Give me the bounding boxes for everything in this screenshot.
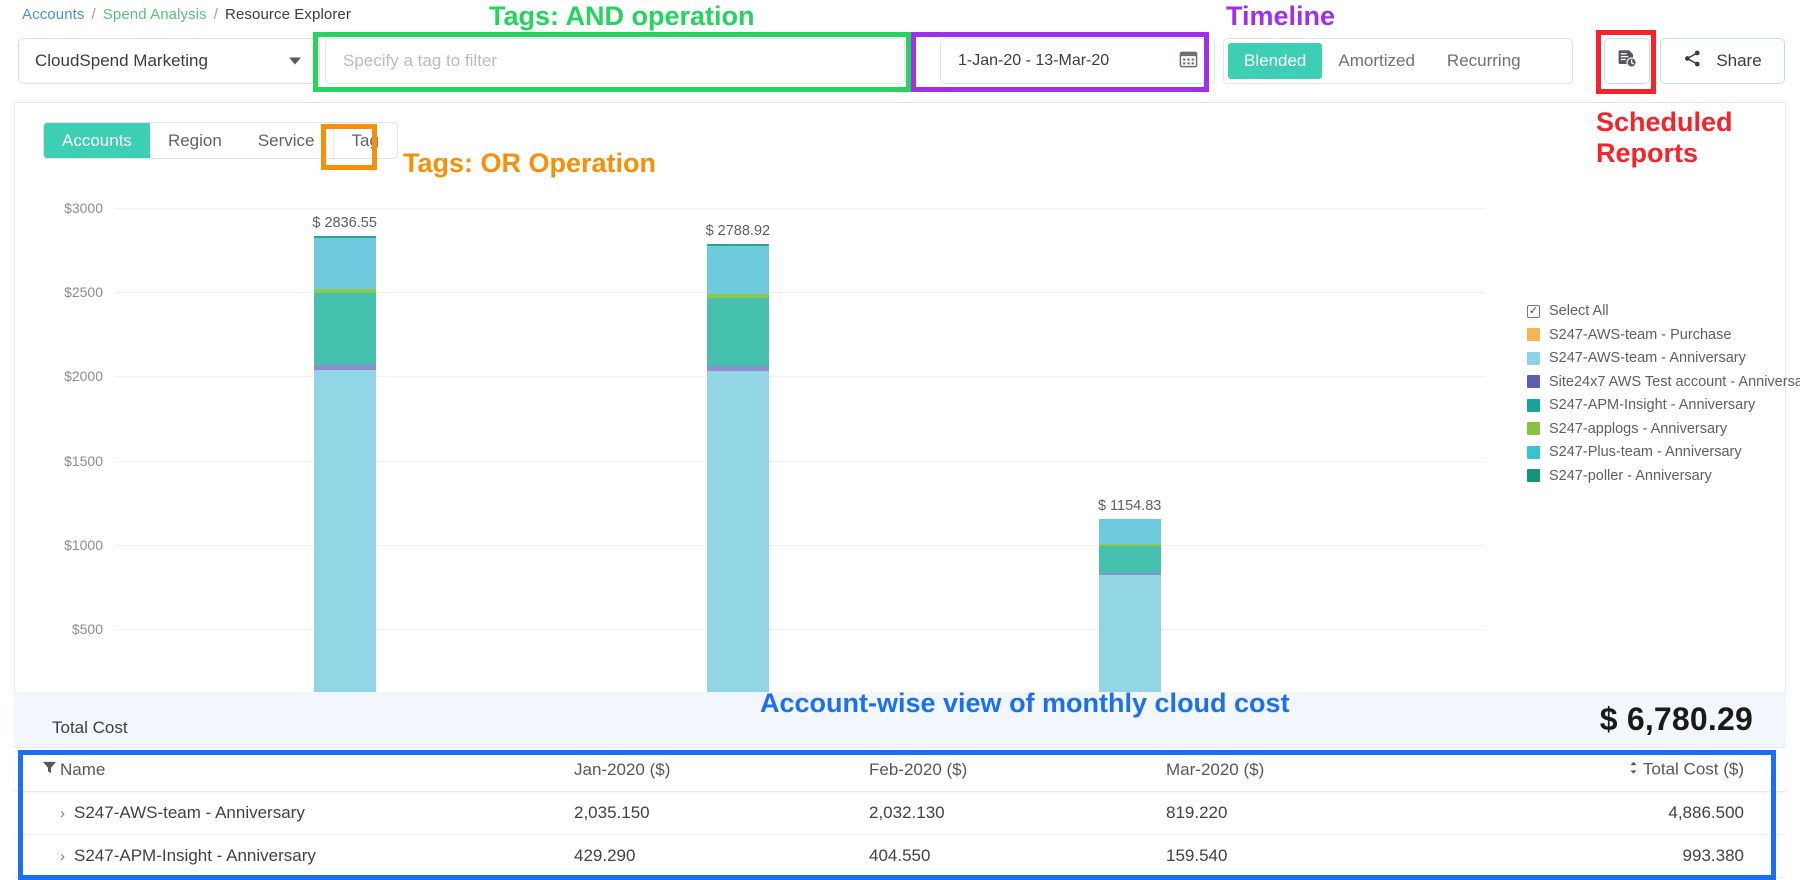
breadcrumb-separator: / (214, 6, 218, 23)
legend-swatch-icon (1527, 446, 1540, 459)
cost-type-amortized[interactable]: Amortized (1322, 43, 1431, 79)
legend-item[interactable]: S247-applogs - Anniversary (1527, 421, 1797, 437)
chart-bar-total-label: $ 2788.92 (706, 223, 771, 239)
legend-item[interactable]: Site24x7 AWS Test account - Anniversary (1527, 374, 1797, 390)
chart-bar-total-label: $ 1154.83 (1098, 498, 1161, 514)
legend-swatch-icon (1527, 375, 1540, 388)
breadcrumb-separator: / (92, 6, 96, 23)
legend-item-label: S247-Plus-team - Anniversary (1549, 444, 1742, 460)
annotation-tags-and: Tags: AND operation (489, 1, 755, 32)
legend-swatch-icon (1527, 352, 1540, 365)
legend-item[interactable]: S247-poller - Anniversary (1527, 468, 1797, 484)
share-label: Share (1716, 51, 1761, 71)
annotation-scheduled-reports-line2: Reports (1596, 138, 1733, 169)
cost-type-recurring[interactable]: Recurring (1431, 43, 1537, 79)
legend-swatch-icon (1527, 399, 1540, 412)
chart-gridline (115, 208, 1485, 209)
chart-y-tick-label: $3000 (33, 200, 103, 216)
chart-bar-segment[interactable] (707, 298, 769, 366)
annotation-box-tags-and (313, 32, 911, 92)
legend-swatch-icon (1527, 328, 1540, 341)
annotation-scheduled-reports: Scheduled Reports (1596, 107, 1733, 169)
chart-bar-segment[interactable] (314, 370, 376, 713)
annotation-box-tags-or (321, 124, 377, 170)
legend-swatch-icon (1527, 422, 1540, 435)
annotation-timeline: Timeline (1226, 1, 1335, 32)
account-select-value: CloudSpend Marketing (35, 51, 208, 71)
annotation-box-timeline (911, 32, 1209, 92)
legend-item[interactable]: S247-APM-Insight - Anniversary (1527, 397, 1797, 413)
breadcrumb-item-accounts[interactable]: Accounts (22, 6, 85, 23)
chart-bar-segment[interactable] (314, 293, 376, 365)
legend-item-label: S247-poller - Anniversary (1549, 468, 1712, 484)
total-cost-value: $ 6,780.29 (1600, 701, 1753, 738)
legend-item[interactable]: S247-AWS-team - Purchase (1527, 327, 1797, 343)
chevron-down-icon (289, 58, 301, 65)
breadcrumb-item-spend-analysis[interactable]: Spend Analysis (103, 6, 207, 23)
account-select[interactable]: CloudSpend Marketing (18, 38, 320, 84)
chart-bar-total-label: $ 2836.55 (312, 215, 377, 231)
annotation-tags-or: Tags: OR Operation (403, 148, 656, 179)
chart-y-tick-label: $500 (33, 621, 103, 637)
legend-item[interactable]: S247-Plus-team - Anniversary (1527, 444, 1797, 460)
breadcrumb: Accounts / Spend Analysis / Resource Exp… (22, 6, 351, 23)
chart-plot-area: $ 2836.55 $ 2788.92 $ 1154.83 (115, 208, 1485, 713)
resource-explorer-page: Accounts / Spend Analysis / Resource Exp… (0, 0, 1800, 880)
chart-legend: ✓ Select All S247-AWS-team - Purchase S24… (1527, 303, 1797, 491)
chart-bar[interactable]: $ 2788.92 (707, 244, 769, 713)
legend-item-label: S247-APM-Insight - Anniversary (1549, 397, 1755, 413)
cost-type-toggle-group: Blended Amortized Recurring (1223, 38, 1573, 84)
legend-select-all-label: Select All (1549, 303, 1609, 319)
annotation-scheduled-reports-line1: Scheduled (1596, 107, 1733, 138)
annotation-account-view: Account-wise view of monthly cloud cost (760, 688, 1290, 719)
legend-item-label: Site24x7 AWS Test account - Anniversary (1549, 374, 1800, 390)
legend-select-all[interactable]: ✓ Select All (1527, 303, 1797, 319)
chart-bar-segment[interactable] (707, 371, 769, 713)
cost-type-blended[interactable]: Blended (1228, 43, 1322, 79)
chart-bar-segment[interactable] (1099, 519, 1161, 544)
legend-item-label: S247-AWS-team - Anniversary (1549, 350, 1746, 366)
chart-y-tick-label: $2500 (33, 284, 103, 300)
chart-y-tick-label: $2000 (33, 368, 103, 384)
legend-item-label: S247-applogs - Anniversary (1549, 421, 1727, 437)
breadcrumb-item-resource-explorer: Resource Explorer (225, 6, 351, 23)
tab-region[interactable]: Region (150, 123, 240, 158)
chart-y-tick-label: $1000 (33, 537, 103, 553)
legend-swatch-icon (1527, 469, 1540, 482)
chart-y-tick-label: $1500 (33, 453, 103, 469)
tab-accounts[interactable]: Accounts (44, 123, 150, 158)
tab-service[interactable]: Service (240, 123, 333, 158)
legend-item[interactable]: S247-AWS-team - Anniversary (1527, 350, 1797, 366)
share-icon (1683, 49, 1702, 73)
annotation-box-account-view (18, 750, 1776, 880)
chart-bar[interactable]: $ 1154.83 (1099, 519, 1161, 713)
chart-bar[interactable]: $ 2836.55 (314, 236, 376, 713)
chart-bar-segment[interactable] (314, 238, 376, 289)
chart-bar-segment[interactable] (1099, 546, 1161, 573)
share-button[interactable]: Share (1660, 38, 1785, 84)
annotation-box-scheduled-reports (1596, 30, 1656, 94)
chart-bar-segment[interactable] (707, 246, 769, 295)
legend-item-label: S247-AWS-team - Purchase (1549, 327, 1731, 343)
total-cost-label: Total Cost (52, 718, 128, 738)
checkbox-icon[interactable]: ✓ (1527, 305, 1540, 318)
